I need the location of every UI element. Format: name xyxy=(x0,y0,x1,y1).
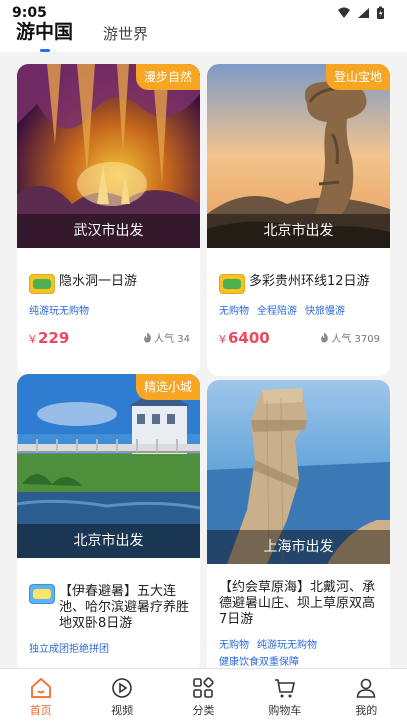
flame-icon xyxy=(321,332,329,343)
feature-tags: 纯游玩无购物 xyxy=(29,302,190,317)
card-image-great-wall: 上海市出发 xyxy=(207,380,390,564)
popularity-count: 人气 34 xyxy=(154,334,190,345)
popularity: 人气 3709 xyxy=(320,330,380,345)
status-time: 9:05 xyxy=(12,5,47,21)
product-title: 多彩贵州环线12日游 xyxy=(249,274,370,289)
price-value: 229 xyxy=(38,329,70,347)
profile-icon xyxy=(356,678,376,698)
battery-icon xyxy=(377,6,384,19)
tour-brand-icon xyxy=(29,274,55,294)
feature-tags: 独立成团拒绝拼团 xyxy=(29,640,190,655)
video-icon xyxy=(112,677,132,698)
nav-category[interactable]: 分类 xyxy=(173,676,233,718)
product-grid: 漫步自然 武汉市出发 隐水洞一日游 纯游玩无购物 ¥229 人气 34 登山宝地… xyxy=(17,64,391,668)
product-title: 隐水洞一日游 xyxy=(59,274,138,289)
feature-tag: 快旅慢游 xyxy=(305,306,345,317)
departure-label: 武汉市出发 xyxy=(17,214,200,248)
nav-label: 购物车 xyxy=(268,703,302,717)
home-icon xyxy=(30,677,51,698)
status-bar: 9:05 xyxy=(0,0,407,26)
bottom-nav: 首页 视频 分类 购物车 我的 xyxy=(0,668,407,724)
card-image-cave: 漫步自然 武汉市出发 xyxy=(17,64,200,248)
nav-cart[interactable]: 购物车 xyxy=(255,676,315,718)
category-tag: 精选小城 xyxy=(135,374,200,400)
signal-icon xyxy=(358,8,369,18)
nav-home[interactable]: 首页 xyxy=(11,676,71,718)
tour-brand-icon xyxy=(219,274,245,294)
feature-tag: 纯游玩无购物 xyxy=(29,306,89,317)
popularity: 人气 34 xyxy=(143,330,190,345)
nav-label: 首页 xyxy=(29,703,52,717)
feature-tags: 无购物 全程陪游 快旅慢游 xyxy=(219,302,380,317)
price: ¥6400 xyxy=(219,329,270,347)
popularity-count: 人气 3709 xyxy=(331,334,380,345)
nav-label: 分类 xyxy=(192,703,215,717)
category-tag: 漫步自然 xyxy=(135,64,200,90)
feature-tag: 无购物 xyxy=(219,306,249,317)
card-image-rock-pillar: 登山宝地 北京市出发 xyxy=(207,64,390,248)
feature-tag: 纯游玩无购物 xyxy=(257,640,317,651)
flame-icon xyxy=(144,332,151,343)
nav-profile[interactable]: 我的 xyxy=(336,676,396,718)
feature-tag: 无购物 xyxy=(219,640,249,651)
nav-label: 我的 xyxy=(355,703,378,717)
departure-label: 上海市出发 xyxy=(207,530,390,564)
nav-label: 视频 xyxy=(111,703,134,717)
tour-brand-icon xyxy=(29,584,55,604)
departure-label: 北京市出发 xyxy=(17,524,200,558)
product-card[interactable]: 漫步自然 武汉市出发 隐水洞一日游 纯游玩无购物 ¥229 人气 34 xyxy=(17,64,200,376)
departure-label: 北京市出发 xyxy=(207,214,390,248)
tab-world[interactable]: 游世界 xyxy=(103,23,148,44)
product-card[interactable]: 精选小城 北京市出发 【伊春避暑】五大连池、哈尔滨避暑疗养胜地双卧8日游 独立成… xyxy=(17,374,200,668)
category-icon xyxy=(193,676,215,698)
wifi-icon xyxy=(338,7,350,18)
product-card[interactable]: 上海市出发 【约会草原海】北戴河、承德避暑山庄、坝上草原双高7日游 无购物 纯游… xyxy=(207,380,390,668)
price-symbol: ¥ xyxy=(29,333,36,346)
status-icons xyxy=(337,6,385,20)
product-card[interactable]: 登山宝地 北京市出发 多彩贵州环线12日游 无购物 全程陪游 快旅慢游 ¥640… xyxy=(207,64,390,376)
product-title: 【伊春避暑】五大连池、哈尔滨避暑疗养胜地双卧8日游 xyxy=(59,584,190,631)
feature-tag: 健康饮食双重保障 xyxy=(219,657,299,668)
category-tag: 登山宝地 xyxy=(325,64,390,90)
nav-video[interactable]: 视频 xyxy=(92,676,152,718)
product-title: 【约会草原海】北戴河、承德避暑山庄、坝上草原双高7日游 xyxy=(219,580,376,627)
feature-tag: 独立成团拒绝拼团 xyxy=(29,644,109,655)
price: ¥229 xyxy=(29,329,69,347)
cart-icon xyxy=(274,678,295,697)
card-image-river-town: 精选小城 北京市出发 xyxy=(17,374,200,558)
price-symbol: ¥ xyxy=(219,333,226,346)
price-value: 6400 xyxy=(228,329,270,347)
feature-tag: 全程陪游 xyxy=(257,306,297,317)
feature-tags: 无购物 纯游玩无购物 健康饮食双重保障 xyxy=(219,636,380,668)
